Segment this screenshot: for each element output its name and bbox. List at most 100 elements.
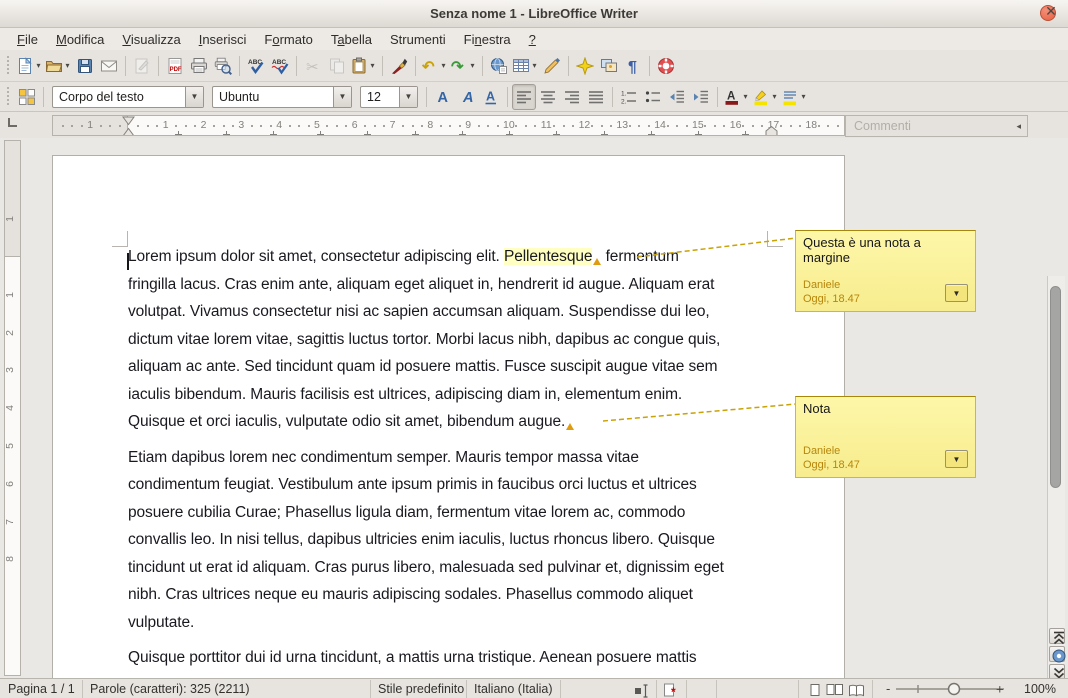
menu-strumenti[interactable]: Strumenti: [381, 30, 455, 49]
paragraph-style-combobox[interactable]: Corpo del testo▼: [52, 86, 204, 108]
undo-dropdown-icon[interactable]: ▾: [439, 61, 448, 70]
new-document-icon: [16, 57, 34, 75]
open-button[interactable]: ▾: [44, 53, 73, 79]
clone-formatting-button[interactable]: [387, 53, 411, 79]
multi-page-view-icon[interactable]: [826, 682, 840, 696]
menu-?[interactable]: ?: [520, 30, 545, 49]
zoom-slider[interactable]: - +: [884, 679, 1014, 698]
right-indent-marker[interactable]: [765, 125, 778, 136]
paste-dropdown-icon[interactable]: ▾: [368, 61, 377, 70]
font-color-dropdown-icon[interactable]: ▾: [741, 92, 750, 101]
print-preview-button[interactable]: [211, 53, 235, 79]
redo-dropdown-icon[interactable]: ▾: [468, 61, 477, 70]
text-line: fringilla lacus. Cras enim ante, aliquam…: [128, 276, 788, 304]
word-count-status[interactable]: Parole (caratteri): 325 (2211): [90, 682, 250, 696]
help-button[interactable]: [654, 53, 678, 79]
bold-button[interactable]: A: [431, 84, 455, 110]
font-size-combobox[interactable]: 12▼: [360, 86, 418, 108]
italic-button[interactable]: A: [455, 84, 479, 110]
align-justified-button[interactable]: [584, 84, 608, 110]
formatting-marks-button[interactable]: ¶: [621, 53, 645, 79]
font-color-button[interactable]: A▾: [722, 84, 751, 110]
document-page[interactable]: Lorem ipsum dolor sit amet, consectetur …: [52, 155, 845, 678]
margin-note[interactable]: Questa è una nota a margineDanieleOggi, …: [795, 230, 976, 312]
comments-header-button[interactable]: Commenti ◂: [845, 115, 1028, 137]
styles-panel-button[interactable]: [15, 84, 39, 110]
comments-collapse-icon[interactable]: ◂: [1016, 121, 1027, 132]
spellcheck-button[interactable]: ABC: [244, 53, 268, 79]
toolbar-drag-handle[interactable]: [5, 87, 12, 107]
note-text[interactable]: Questa è una nota a margine: [796, 231, 975, 265]
bullet-list-button[interactable]: [641, 84, 665, 110]
page-style-status[interactable]: Stile predefinito: [378, 682, 464, 696]
new-document-dropdown-icon[interactable]: ▾: [34, 61, 43, 70]
drawing-button[interactable]: [540, 53, 564, 79]
font-name-combobox-dropdown-icon[interactable]: ▼: [333, 87, 351, 107]
paragraph-style-combobox-dropdown-icon[interactable]: ▼: [185, 87, 203, 107]
zoom-level[interactable]: 100%: [1024, 682, 1056, 696]
comment-anchor-icon[interactable]: [566, 423, 574, 430]
increase-indent-button[interactable]: [689, 84, 713, 110]
menu-finestra[interactable]: Finestra: [455, 30, 520, 49]
page-number-status[interactable]: Pagina 1 / 1: [8, 682, 75, 696]
export-pdf-button[interactable]: PDF: [163, 53, 187, 79]
zoom-slider-knob[interactable]: [949, 684, 960, 695]
highlighting-button[interactable]: ▾: [751, 84, 780, 110]
note-menu-button[interactable]: ▼: [945, 284, 968, 302]
menu-inserisci[interactable]: Inserisci: [190, 30, 256, 49]
email-button[interactable]: [97, 53, 121, 79]
background-color-button[interactable]: ▾: [780, 84, 809, 110]
insert-mode-icon[interactable]: [634, 682, 648, 696]
document-text[interactable]: Lorem ipsum dolor sit amet, consectetur …: [128, 248, 788, 698]
menu-modifica[interactable]: Modifica: [47, 30, 113, 49]
underline-button[interactable]: A: [479, 84, 503, 110]
navigator-button[interactable]: [573, 53, 597, 79]
ruler-number: 13: [616, 119, 628, 131]
decrease-indent-button[interactable]: [665, 84, 689, 110]
single-page-view-icon[interactable]: [806, 682, 820, 696]
auto-spellcheck-button[interactable]: ABC: [268, 53, 292, 79]
highlighting-dropdown-icon[interactable]: ▾: [770, 92, 779, 101]
font-size-combobox-value[interactable]: 12: [361, 87, 399, 107]
first-line-indent-marker[interactable]: [122, 116, 135, 136]
vertical-ruler[interactable]: 112345678: [4, 140, 21, 676]
background-color-dropdown-icon[interactable]: ▾: [799, 92, 808, 101]
align-right-button[interactable]: [560, 84, 584, 110]
font-size-combobox-dropdown-icon[interactable]: ▼: [399, 87, 417, 107]
redo-button[interactable]: ↷▾: [449, 53, 478, 79]
note-text[interactable]: Nota: [796, 397, 975, 416]
menu-visualizza[interactable]: Visualizza: [113, 30, 189, 49]
insert-table-button[interactable]: ▾: [511, 53, 540, 79]
font-name-combobox[interactable]: Ubuntu▼: [212, 86, 352, 108]
vertical-scrollbar-thumb[interactable]: [1050, 286, 1061, 488]
new-document-button[interactable]: ▾: [15, 53, 44, 79]
font-name-combobox-value[interactable]: Ubuntu: [213, 87, 333, 107]
note-menu-button[interactable]: ▼: [945, 450, 968, 468]
toolbar-drag-handle[interactable]: [5, 56, 12, 76]
document-modified-icon[interactable]: *: [662, 682, 676, 696]
horizontal-ruler[interactable]: 1123456789101112131415161718: [52, 115, 845, 136]
menu-tabella[interactable]: Tabella: [322, 30, 381, 49]
insert-table-dropdown-icon[interactable]: ▾: [530, 61, 539, 70]
align-left-button[interactable]: [512, 84, 536, 110]
previous-page-button[interactable]: [1049, 628, 1065, 644]
align-center-button[interactable]: [536, 84, 560, 110]
language-status[interactable]: Italiano (Italia): [474, 682, 553, 696]
print-button[interactable]: [187, 53, 211, 79]
numbered-list-button[interactable]: 1.2.: [617, 84, 641, 110]
book-view-icon[interactable]: [848, 682, 862, 696]
undo-button[interactable]: ↶▾: [420, 53, 449, 79]
menu-file[interactable]: File: [8, 30, 47, 49]
gallery-button[interactable]: [597, 53, 621, 79]
navigation-button[interactable]: [1049, 646, 1065, 662]
tab-type-selector-icon[interactable]: [8, 118, 17, 127]
paste-button[interactable]: ▾: [349, 53, 378, 79]
margin-note[interactable]: NotaDanieleOggi, 18.47▼: [795, 396, 976, 478]
open-dropdown-icon[interactable]: ▾: [63, 61, 72, 70]
title-bar[interactable]: Senza nome 1 - LibreOffice Writer: [0, 0, 1068, 28]
save-button[interactable]: [73, 53, 97, 79]
hyperlink-button[interactable]: [487, 53, 511, 79]
paragraph-style-combobox-value[interactable]: Corpo del testo: [53, 87, 185, 107]
menu-formato[interactable]: Formato: [255, 30, 321, 49]
close-document-icon[interactable]: ✕: [1042, 2, 1060, 20]
